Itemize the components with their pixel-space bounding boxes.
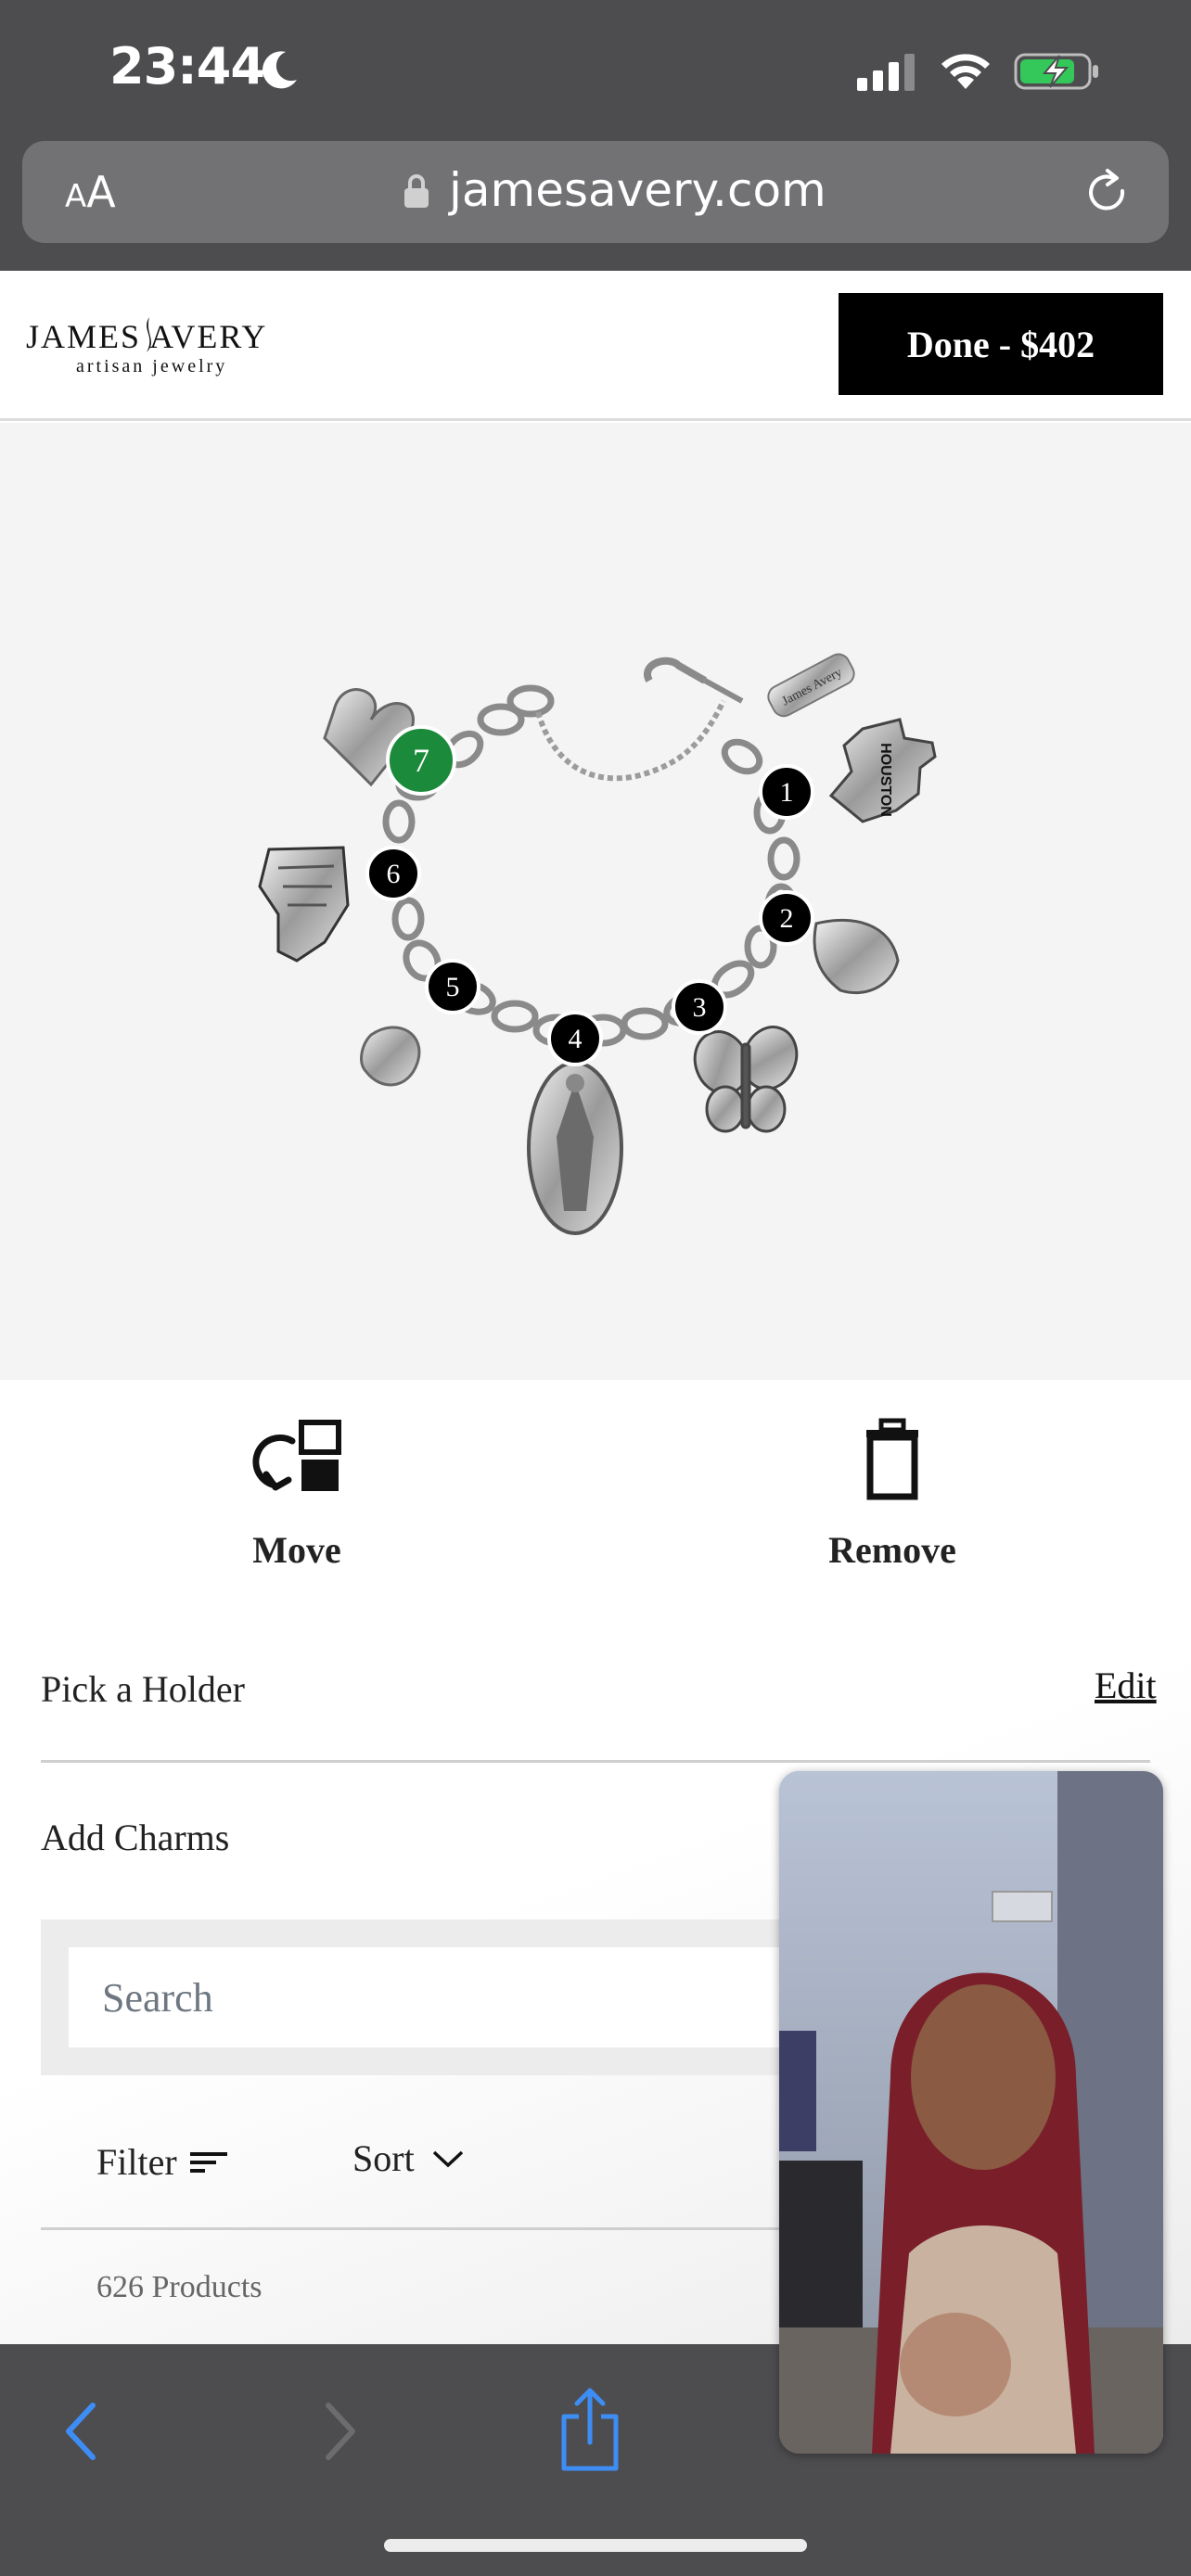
filter-label: Filter <box>96 2141 177 2183</box>
wifi-icon <box>941 54 990 89</box>
charm-marker-label: 2 <box>780 903 794 934</box>
back-icon[interactable] <box>56 2394 108 2468</box>
boot-charm <box>258 846 350 963</box>
charm-marker-label: 6 <box>387 859 401 889</box>
charm-marker-label: 3 <box>693 992 707 1023</box>
site-header: JAMES AVERY artisan jewelry Done - $402 <box>0 271 1191 421</box>
filter-lines-icon <box>189 2151 227 2173</box>
text-size-button[interactable]: AA <box>65 167 116 217</box>
charm-markers: 1 2 3 4 5 6 7 <box>365 725 814 1066</box>
browser-chrome-top: 23:44 AA jamesavery.com <box>0 0 1191 271</box>
reload-icon[interactable] <box>1082 167 1133 219</box>
url-text[interactable]: jamesavery.com <box>449 163 826 217</box>
state-charm: HOUSTON <box>828 718 937 823</box>
filter-button[interactable]: Filter <box>96 2140 229 2184</box>
moon-icon <box>263 51 297 89</box>
charm-bracelet-image: James Avery HOUSTON 1234567 <box>258 653 937 1235</box>
butterfly-charm <box>693 1026 799 1133</box>
address-bar[interactable]: AA jamesavery.com <box>22 141 1169 243</box>
charm-marker-label: 5 <box>446 972 460 1002</box>
charm-actions: Move Remove <box>0 1380 1191 1621</box>
flame-icon <box>147 317 152 352</box>
sort-button[interactable]: Sort <box>352 2136 465 2180</box>
share-icon[interactable] <box>557 2385 623 2474</box>
james-avery-logo[interactable]: JAMES AVERY artisan jewelry <box>26 317 267 382</box>
svg-text:HOUSTON: HOUSTON <box>877 743 893 817</box>
add-charms-heading: Add Charms <box>41 1817 230 1858</box>
guadalupe-charm <box>527 1061 623 1235</box>
edit-holder-link[interactable]: Edit <box>1095 1664 1157 1707</box>
chevron-down-icon <box>432 2150 463 2167</box>
charm-marker-label: 1 <box>780 777 794 808</box>
signal-icon <box>857 54 915 91</box>
pip-video-overlay[interactable] <box>779 1771 1163 2454</box>
divider <box>41 1760 1150 1763</box>
status-time: 23:44 <box>109 37 265 96</box>
remove-button[interactable]: Remove <box>753 1417 1031 1572</box>
charm-marker-label: 7 <box>413 742 429 779</box>
battery-icon <box>1014 53 1098 90</box>
product-count: 626 Products <box>96 2270 263 2304</box>
done-button[interactable]: Done - $402 <box>839 293 1163 395</box>
bracelet-preview: James Avery HOUSTON 1234567 <box>0 423 1191 1380</box>
forward-icon[interactable] <box>314 2394 365 2468</box>
trash-icon <box>866 1418 918 1500</box>
charm-marker-label: 4 <box>569 1024 583 1054</box>
horse-charm <box>813 918 900 995</box>
home-indicator[interactable] <box>384 2539 807 2552</box>
move-button[interactable]: Move <box>158 1417 436 1572</box>
lock-icon <box>404 174 429 208</box>
video-frame <box>779 1771 1163 2454</box>
initial-charm <box>360 1026 421 1087</box>
move-label: Move <box>252 1529 341 1571</box>
move-icon <box>252 1420 341 1491</box>
pick-holder-heading: Pick a Holder <box>41 1668 245 1710</box>
remove-label: Remove <box>828 1529 956 1571</box>
sort-label: Sort <box>352 2137 415 2179</box>
logo-tagline: artisan jewelry <box>76 356 228 376</box>
